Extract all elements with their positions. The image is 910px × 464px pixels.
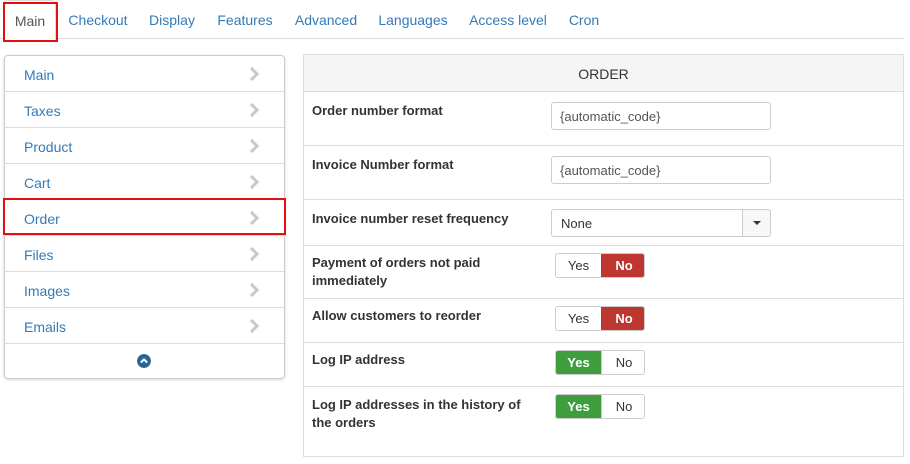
invoice-reset-frequency-row: Invoice number reset frequency None [304,200,903,246]
invoice-reset-frequency-select[interactable]: None [551,209,771,237]
settings-sidebar: Main Taxes Product Cart Order Files Imag… [4,55,285,379]
sidebar-item-files[interactable]: Files [5,236,284,272]
field-label: Order number format [312,103,443,118]
payment-not-paid-row: Payment of orders not paid immediately Y… [304,246,903,299]
chevron-right-icon [249,247,260,261]
sidebar-item-product[interactable]: Product [5,128,284,164]
yes-option[interactable]: Yes [556,395,601,418]
yes-option[interactable]: Yes [556,254,601,277]
log-ip-history-toggle: Yes No [555,394,645,419]
yes-option[interactable]: Yes [556,351,601,374]
tab-cron[interactable]: Cron [562,0,606,39]
payment-not-paid-toggle: Yes No [555,253,645,278]
sidebar-item-label: Images [24,283,70,299]
sidebar-item-label: Product [24,139,73,155]
log-ip-toggle: Yes No [555,350,645,375]
tab-bar: Main Checkout Display Features Advanced … [0,0,904,40]
order-settings-panel: ORDER Order number format Invoice Number… [303,54,904,457]
no-option[interactable]: No [601,307,644,330]
sidebar-item-images[interactable]: Images [5,272,284,308]
invoice-number-format-row: Invoice Number format [304,146,903,200]
select-toggle[interactable] [742,210,770,236]
allow-reorder-row: Allow customers to reorder Yes No [304,299,903,343]
chevron-right-icon [249,139,260,153]
caret-down-icon [753,221,761,225]
sidebar-item-main[interactable]: Main [5,56,284,92]
sidebar-collapse-button[interactable] [5,344,284,378]
chevron-right-icon [249,211,260,225]
invoice-number-format-input[interactable] [551,156,771,184]
panel-title: ORDER [304,55,903,92]
chevron-right-icon [249,67,260,81]
allow-reorder-toggle: Yes No [555,306,645,331]
tab-features[interactable]: Features [212,0,278,39]
tab-languages[interactable]: Languages [373,0,453,39]
log-ip-history-row: Log IP addresses in the history of the o… [304,387,903,456]
sidebar-item-taxes[interactable]: Taxes [5,92,284,128]
sidebar-item-order[interactable]: Order [5,200,284,236]
chevron-right-icon [249,283,260,297]
select-value: None [561,216,593,231]
log-ip-row: Log IP address Yes No [304,343,903,387]
sidebar-item-cart[interactable]: Cart [5,164,284,200]
sidebar-item-label: Cart [24,175,51,191]
sidebar-item-label: Taxes [24,103,61,119]
sidebar-item-emails[interactable]: Emails [5,308,284,344]
chevron-right-icon [249,103,260,117]
sidebar-item-label: Main [24,67,55,83]
sidebar-item-label: Emails [24,319,67,335]
chevron-right-icon [249,319,260,333]
sidebar-item-label: Files [24,247,54,263]
tab-checkout[interactable]: Checkout [62,0,134,39]
field-label: Allow customers to reorder [312,308,482,323]
tab-display[interactable]: Display [143,0,201,39]
order-number-format-input[interactable] [551,102,771,130]
no-option[interactable]: No [601,351,644,374]
chevron-right-icon [249,175,260,189]
order-number-format-row: Order number format [304,92,903,146]
no-option[interactable]: No [601,254,644,277]
no-option[interactable]: No [601,395,644,418]
field-label: Log IP addresses in the history of the o… [312,397,521,430]
tab-advanced[interactable]: Advanced [289,0,363,39]
field-label: Invoice number reset frequency [312,211,509,226]
tab-main[interactable]: Main [4,0,56,40]
field-label: Payment of orders not paid immediately [312,255,481,288]
field-label: Invoice Number format [312,157,454,172]
chevron-up-circle-icon [137,354,151,368]
yes-option[interactable]: Yes [556,307,601,330]
sidebar-item-label: Order [24,211,60,227]
tab-access-level[interactable]: Access level [463,0,553,39]
field-label: Log IP address [312,352,405,367]
